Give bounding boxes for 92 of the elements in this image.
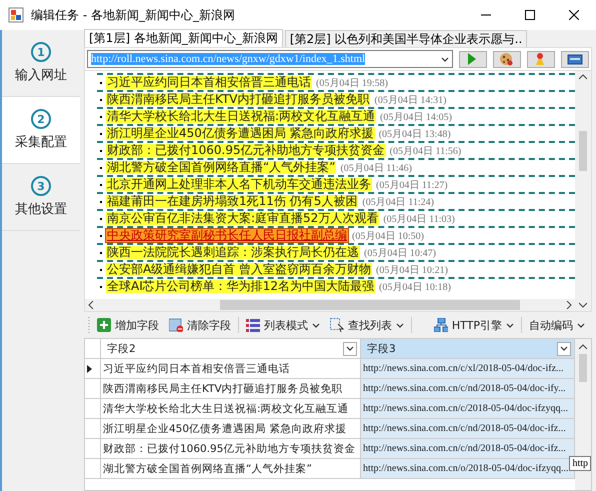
horizontal-scrollbar[interactable] [85, 299, 575, 311]
filter-button[interactable] [557, 342, 571, 356]
news-time: (05月04日 10:21) [376, 264, 448, 276]
scroll-right-icon [566, 301, 572, 309]
scroll-up-icon [579, 344, 587, 350]
table-cell: 湖北警方破全国首例网络直播“人气外挂案” [103, 462, 312, 476]
caret-icon [396, 322, 404, 328]
step-label: 输入网址 [15, 67, 67, 84]
caret-icon [346, 346, 354, 351]
caret-icon [312, 322, 320, 328]
step-number: 1 [31, 42, 51, 62]
news-link[interactable]: 北京开通网上处理非本人名下机动车交通违法业务 [106, 178, 372, 191]
news-time: (05月04日 11:03) [383, 212, 455, 226]
caret-icon [506, 322, 514, 328]
news-time: (05月04日 19:58) [316, 76, 388, 90]
keyboard-button[interactable] [561, 50, 589, 68]
news-time: (05月04日 10:18) [379, 280, 451, 294]
layer-tab[interactable]: [第2层] 以色列和美国半导体企业表示愿与.. [284, 30, 528, 47]
scroll-up-icon [579, 74, 587, 80]
caret-icon [577, 322, 585, 328]
column-header[interactable]: 字段3 [361, 339, 575, 359]
step-number: 2 [31, 109, 51, 129]
app-icon [8, 7, 24, 23]
plus-icon [97, 318, 111, 332]
keyboard-icon [567, 52, 583, 66]
maximize-icon[interactable] [525, 10, 535, 20]
news-time: (05月04日 11:46) [340, 162, 412, 174]
layer-tab[interactable]: [第1层] 各地新闻_新闻中心_新浪网 [84, 29, 283, 47]
news-link[interactable]: 习近平应约同日本首相安倍晋三通电话 [106, 76, 312, 89]
cookie-icon [499, 52, 515, 66]
toolbar-button[interactable]: 查找列表 [327, 316, 407, 334]
find-list-icon [330, 318, 344, 332]
news-time: (05月04日 10:50) [352, 230, 424, 242]
news-link[interactable]: 清华大学校长给北大生日送祝福:两校文化互融互通 [106, 110, 376, 123]
network-icon [434, 318, 448, 332]
news-link[interactable]: 全球AI芯片公司榜单：华为排12名为中国大陆最强 [106, 280, 376, 293]
news-time: (05月04日 14:31) [374, 94, 446, 106]
vertical-scrollbar[interactable] [575, 71, 591, 311]
column-header[interactable]: 字段2 [101, 339, 361, 359]
table-cell: 清华大学校长给北大生日送祝福:两校文化互融互通 [103, 402, 349, 416]
table-cell: http://news.sina.com.cn/c/nd/2018-05-04/doc-ifz... [363, 443, 566, 454]
table-cell: http://news.sina.com.cn/c/nd/2018-05-04/doc-ify... [363, 383, 566, 394]
table-cell: http://news.sina.com.cn/o/2018-05-04/doc-ifzyqq... [363, 463, 569, 474]
clear-fields-icon [169, 318, 183, 332]
toolbar-button[interactable]: HTTP引擎 [430, 316, 517, 334]
news-time: (05月04日 11:56) [390, 144, 462, 158]
table-cell: http://news.sina.com.cn/c/xl/2018-05-04/doc-ifz... [363, 363, 564, 374]
toolbar-button[interactable]: 增加字段 [94, 316, 162, 334]
filter-button[interactable] [343, 342, 357, 356]
news-link[interactable]: 浙江明星企业450亿债务遭遇困局 紧急向政府求援 [106, 127, 375, 140]
scroll-thumb[interactable] [579, 131, 587, 171]
caret-icon [441, 56, 449, 62]
table-cell: 习近平应约同日本首相安倍晋三通电话 [103, 362, 290, 376]
step-label: 其他设置 [15, 201, 67, 218]
play-button[interactable] [459, 50, 487, 68]
step-number: 3 [31, 176, 51, 196]
table-cell: 浙江明星企业450亿债务遭遇困局 紧急向政府求援 [103, 422, 346, 436]
list-icon [246, 318, 260, 332]
current-row-icon [87, 364, 92, 372]
news-link[interactable]: 福建莆田一在建房坍塌致1死11伤 仍有5人被困 [106, 195, 358, 208]
scroll-down-icon [579, 302, 587, 308]
news-time: (05月04日 10:47) [364, 246, 436, 260]
table-cell: 财政部：已拨付1060.95亿元补助地方专项扶贫资金 [103, 442, 356, 456]
news-time: (05月04日 11:24) [362, 196, 434, 208]
toolbar-button[interactable]: 清除字段 [166, 316, 234, 334]
scroll-left-icon [88, 301, 94, 309]
column-title: 字段2 [107, 342, 136, 356]
toolbar-button[interactable]: 列表模式 [243, 316, 323, 334]
toolbar-button[interactable]: 自动编码 [526, 316, 588, 334]
news-time: (05月04日 11:27) [376, 178, 448, 192]
tooltip: http [569, 456, 591, 471]
news-link[interactable]: 公安部A级通缉嫌犯自首 曾入室盗窃两百余万财物 [106, 263, 372, 276]
scroll-thumb[interactable] [579, 354, 587, 382]
news-time: (05月04日 13:48) [378, 128, 451, 140]
table-cell: 陕西渭南移民局主任KTV内打砸追打服务员被免职 [103, 382, 343, 396]
window-title: 编辑任务 - 各地新闻_新闻中心_新浪网 [31, 6, 236, 24]
news-link[interactable]: 财政部：已拨付1060.95亿元补助地方专项扶贫资金 [106, 144, 386, 157]
step-label: 采集配置 [15, 134, 67, 151]
news-link[interactable]: 陕西渭南移民局主任KTV内打砸追打服务员被免职 [106, 93, 370, 106]
news-link[interactable]: 湖北警方破全国首例网络直播“人气外挂案” [106, 161, 336, 174]
scroll-thumb[interactable] [220, 300, 520, 310]
cookie-button[interactable] [493, 50, 521, 68]
news-link[interactable]: 南京公审百亿非法集资大案:庭审直播52万人次观看 [106, 212, 380, 225]
news-link[interactable]: 陕西一法院院长遇刺追踪：涉案执行局长仍在逃 [106, 246, 360, 259]
table-cell: http://news.sina.com.cn/c/2018-05-04/doc-ifzyqq... [363, 403, 568, 414]
column-title: 字段3 [367, 342, 396, 356]
news-time: (05月04日 14:05) [380, 110, 452, 124]
close-icon[interactable] [569, 10, 579, 20]
row-header[interactable] [85, 359, 101, 379]
step-tab[interactable]: 2 采集配置 [2, 97, 80, 164]
table-cell: http://news.sina.com.cn/c/nd/2018-05-04/doc-ifz... [363, 423, 566, 434]
caret-icon [560, 346, 568, 351]
